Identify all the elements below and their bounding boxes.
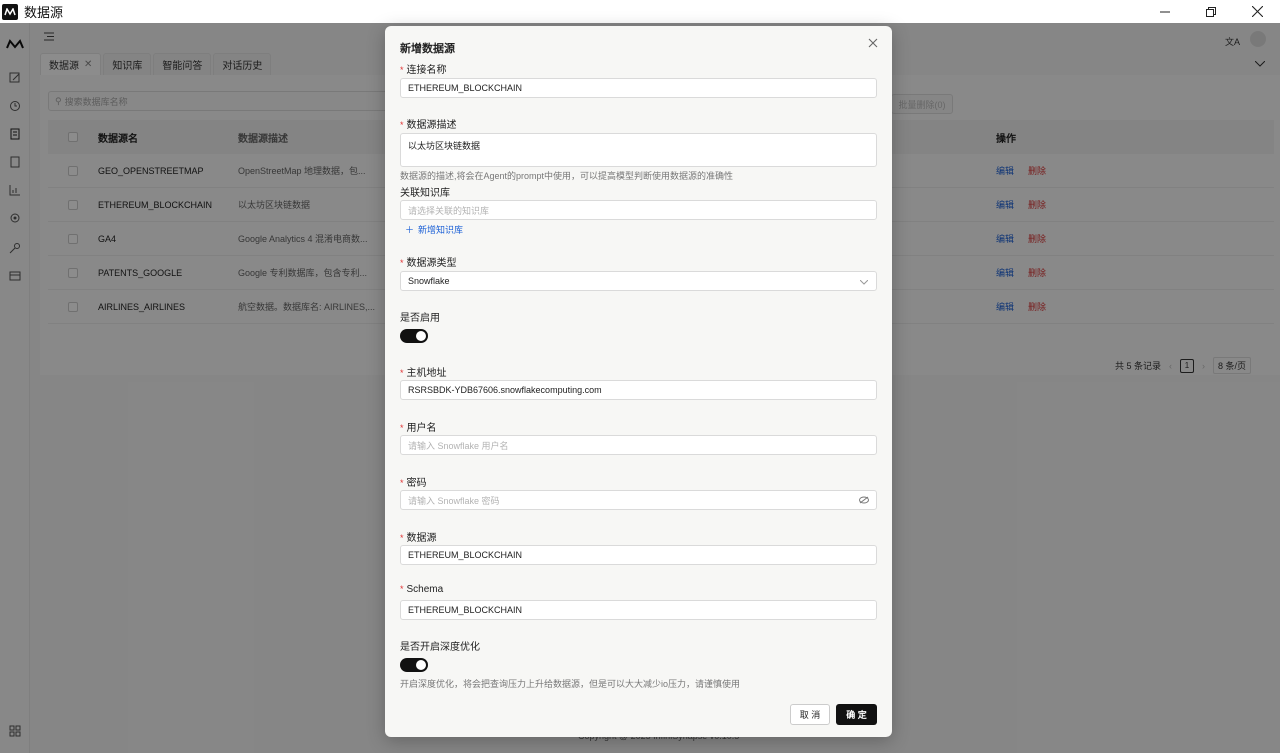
modal-title: 新增数据源: [400, 43, 455, 55]
username-label: * 用户名: [400, 423, 437, 434]
restore-button[interactable]: [1188, 0, 1234, 23]
host-label: * 主机地址: [400, 368, 447, 379]
password-input[interactable]: 请输入 Snowflake 密码: [400, 490, 877, 510]
schema-input[interactable]: ETHEREUM_BLOCKCHAIN: [400, 600, 877, 620]
minimize-button[interactable]: [1142, 0, 1188, 23]
ok-button[interactable]: 确 定: [836, 704, 877, 725]
close-window-button[interactable]: [1234, 0, 1280, 23]
kb-label: 关联知识库: [400, 188, 450, 199]
deep-opt-help: 开启深度优化，将会把查询压力上升给数据源，但是可以大大减少io压力，请谨慎使用: [400, 679, 741, 689]
cancel-button[interactable]: 取 消: [790, 704, 830, 725]
username-input[interactable]: 请输入 Snowflake 用户名: [400, 435, 877, 455]
enabled-toggle[interactable]: [400, 329, 428, 343]
enabled-label: 是否启用: [400, 313, 440, 324]
database-input[interactable]: ETHEREUM_BLOCKCHAIN: [400, 545, 877, 565]
add-kb-link[interactable]: ＋新增知识库: [405, 223, 463, 236]
deep-opt-label: 是否开启深度优化: [400, 642, 480, 653]
chevron-down-icon: [859, 277, 869, 287]
type-label: * 数据源类型: [400, 258, 457, 269]
add-datasource-modal: 新增数据源 * 连接名称 ETHEREUM_BLOCKCHAIN * 数据源描述 以…: [385, 26, 892, 737]
plus-icon: ＋: [405, 225, 415, 235]
conn-name-input[interactable]: ETHEREUM_BLOCKCHAIN: [400, 78, 877, 98]
desc-textarea[interactable]: 以太坊区块链数据: [400, 133, 877, 167]
desc-label: * 数据源描述: [400, 120, 457, 131]
title-bar: 数据源: [0, 0, 1280, 23]
conn-name-label: * 连接名称: [400, 65, 447, 76]
schema-label: * Schema: [400, 584, 444, 595]
desc-help: 数据源的描述,将会在Agent的prompt中使用，可以提高模型判断使用数据源的…: [400, 171, 734, 181]
app-logo-icon: [2, 3, 18, 20]
close-icon[interactable]: [868, 37, 882, 51]
eye-off-icon[interactable]: [859, 496, 869, 506]
kb-select[interactable]: 请选择关联的知识库: [400, 200, 877, 220]
host-input[interactable]: RSRSBDK-YDB67606.snowflakecomputing.com: [400, 380, 877, 400]
type-select[interactable]: Snowflake: [400, 271, 877, 291]
window-title: 数据源: [24, 5, 64, 20]
database-label: * 数据源: [400, 533, 437, 544]
deep-opt-toggle[interactable]: [400, 658, 428, 672]
password-label: * 密码: [400, 478, 427, 489]
